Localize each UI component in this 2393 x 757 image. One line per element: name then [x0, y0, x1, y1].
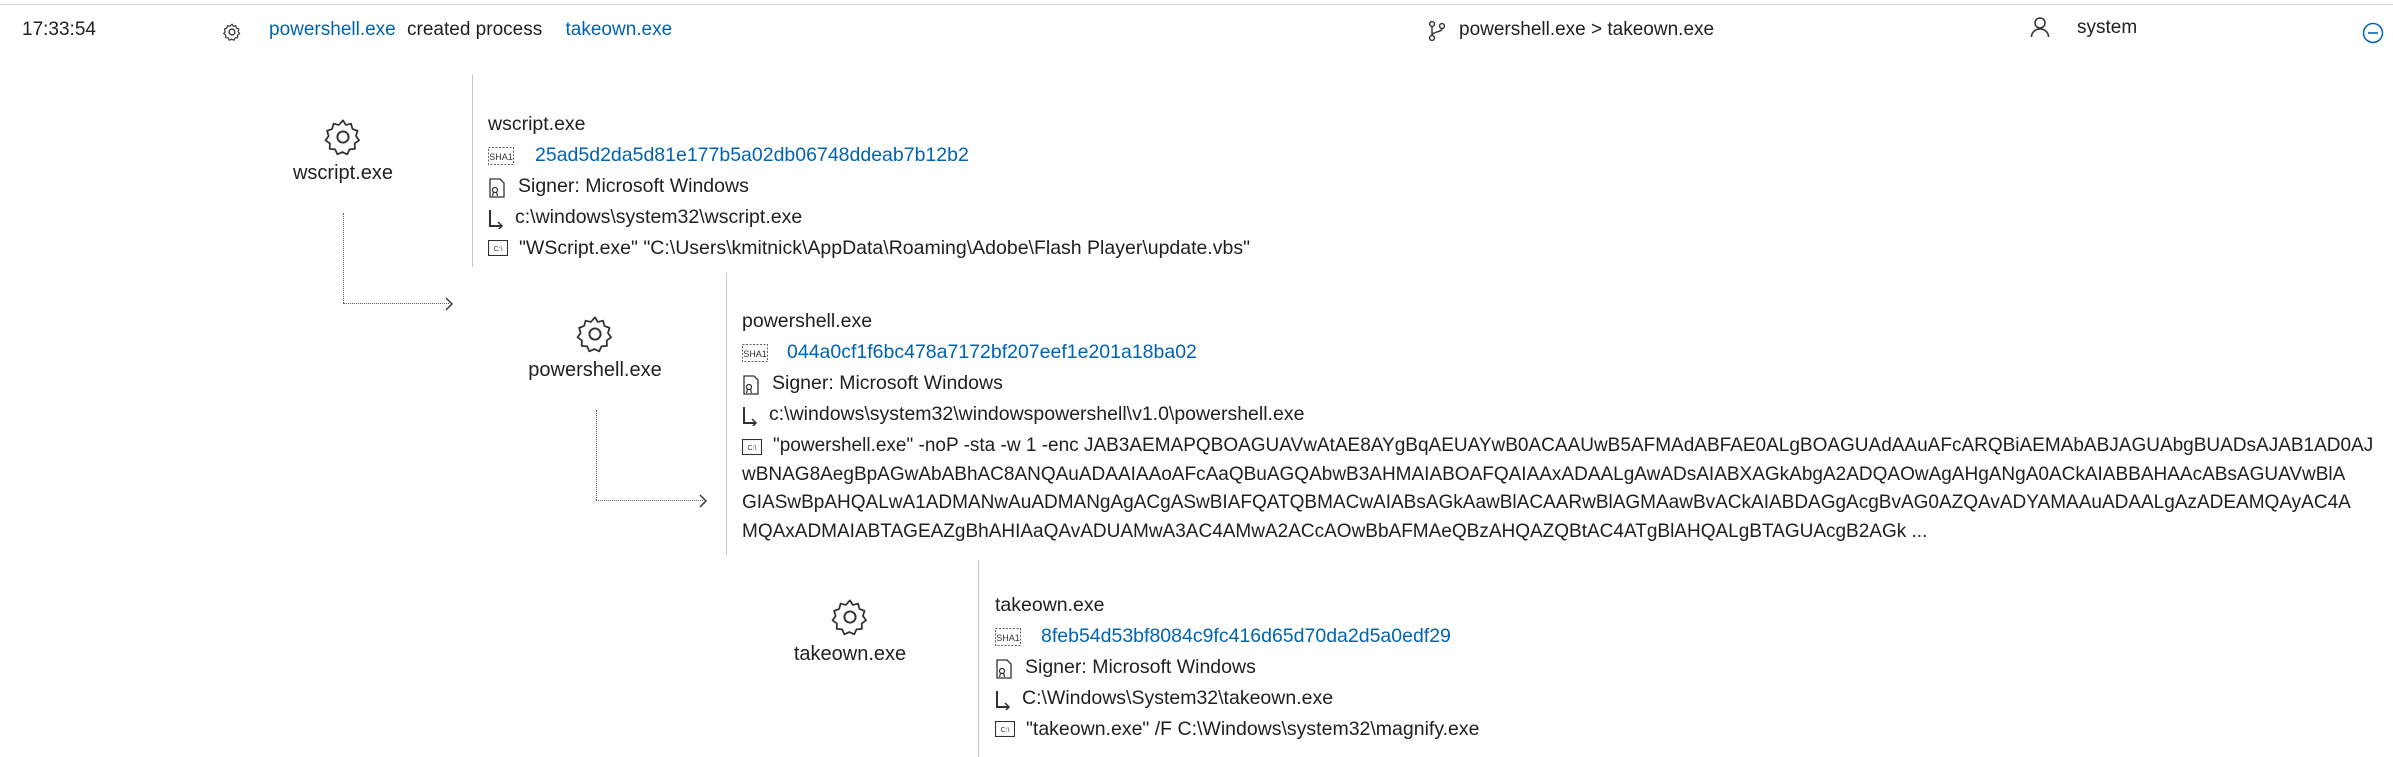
target-process-link[interactable]: takeown.exe — [566, 19, 673, 40]
process-node-label[interactable]: wscript.exe — [283, 161, 403, 185]
process-path: powershell.exe > takeown.exe — [1459, 19, 1715, 40]
process-gear-icon — [324, 119, 360, 156]
top-divider — [0, 4, 2393, 5]
process-details: takeown.exe SHA1 8feb54d53bf8084c9fc416d… — [995, 590, 2375, 745]
command-line: "powershell.exe" -noP -sta -w 1 -enc JAB… — [742, 430, 2382, 546]
process-name-row: wscript.exe — [488, 109, 2368, 140]
command-line: "takeown.exe" /F C:\Windows\system32\mag… — [1026, 718, 1480, 740]
sha1-row: SHA1 25ad5d2da5d81e177b5a02db06748ddeab7… — [488, 140, 2368, 171]
command-line: "WScript.exe" "C:\Users\kmitnick\AppData… — [519, 237, 1251, 259]
sha1-row: SHA1 044a0cf1f6bc478a7172bf207eef1e201a1… — [742, 337, 2382, 368]
signer-text: Signer: Microsoft Windows — [518, 175, 749, 197]
sha1-icon: SHA1 — [995, 628, 1021, 646]
tree-connector — [596, 500, 703, 501]
cmdline-row: C:\ "WScript.exe" "C:\Users\kmitnick\App… — [488, 233, 2368, 264]
signer-text: Signer: Microsoft Windows — [1025, 656, 1256, 678]
certificate-icon — [489, 178, 505, 198]
branch-icon — [1428, 20, 1446, 42]
cmdline-row: C:\ "takeown.exe" /F C:\Windows\system32… — [995, 714, 2375, 745]
event-summary: powershell.exe created process takeown.e… — [269, 18, 672, 42]
svg-text:SHA1: SHA1 — [489, 152, 513, 162]
user-name: system — [2077, 17, 2138, 38]
tree-connector — [343, 303, 449, 304]
process-name-row: takeown.exe — [995, 590, 2375, 621]
path-icon — [489, 210, 504, 229]
process-name-row: powershell.exe — [742, 306, 2382, 337]
svg-text:SHA1: SHA1 — [996, 633, 1020, 643]
tree-connector — [343, 213, 344, 303]
svg-text:SHA1: SHA1 — [743, 349, 767, 359]
command-line-icon: C:\ — [742, 439, 762, 455]
tree-connector — [596, 410, 597, 500]
node-divider — [726, 273, 727, 555]
sha1-hash-link[interactable]: 25ad5d2da5d81e177b5a02db06748ddeab7b12b2 — [535, 140, 969, 171]
event-time: 17:33:54 — [22, 19, 96, 40]
process-tree-panel: 17:33:54 powershell.exe created process … — [0, 0, 2393, 757]
gear-icon — [223, 23, 241, 41]
command-line-part: wBNAG8AegBpAGwAbABhAC8ANQAuADAAIAAoAFcAa… — [742, 463, 2346, 485]
image-path: C:\Windows\System32\takeown.exe — [1022, 687, 1334, 709]
signer-row: Signer: Microsoft Windows — [995, 652, 2375, 683]
image-path: c:\windows\system32\windowspowershell\v1… — [769, 403, 1305, 425]
command-line-part: MQAxADMAIABTAGEAZgBhAHIAaQAvADUAMwA3AC4A… — [742, 520, 1928, 542]
process-name: wscript.exe — [488, 113, 586, 135]
path-row: C:\Windows\System32\takeown.exe — [995, 683, 2375, 714]
sha1-hash-link[interactable]: 044a0cf1f6bc478a7172bf207eef1e201a18ba02 — [787, 337, 1197, 368]
chevron-right-icon — [699, 494, 707, 508]
signer-row: Signer: Microsoft Windows — [488, 171, 2368, 202]
signer-text: Signer: Microsoft Windows — [772, 372, 1003, 394]
process-gear-icon — [831, 599, 867, 636]
path-icon — [996, 691, 1011, 710]
process-details: powershell.exe SHA1 044a0cf1f6bc478a7172… — [742, 306, 2382, 546]
user-icon — [2030, 17, 2050, 38]
certificate-icon — [996, 659, 1012, 679]
process-name: takeown.exe — [995, 594, 1105, 616]
signer-row: Signer: Microsoft Windows — [742, 368, 2382, 399]
process-node-label[interactable]: takeown.exe — [780, 642, 920, 666]
svg-text:C:\: C:\ — [1001, 727, 1010, 734]
chevron-right-icon — [445, 297, 453, 311]
sha1-hash-link[interactable]: 8feb54d53bf8084c9fc416d65d70da2d5a0edf29 — [1041, 621, 1451, 652]
svg-text:C:\: C:\ — [748, 445, 757, 452]
process-gear-icon — [576, 316, 612, 353]
node-divider — [978, 560, 979, 757]
command-line-part: "powershell.exe" -noP -sta -w 1 -enc JAB… — [773, 435, 2374, 456]
path-row: c:\windows\system32\wscript.exe — [488, 202, 2368, 233]
command-line-part: GIASwBpAHQALwA1ADMANwAuADMANgAgACgASwBIA… — [742, 492, 2351, 513]
svg-text:C:\: C:\ — [494, 246, 503, 253]
actor-process-link[interactable]: powershell.exe — [269, 19, 396, 40]
image-path: c:\windows\system32\wscript.exe — [515, 206, 803, 228]
command-line-icon: C:\ — [995, 721, 1015, 737]
sha1-icon: SHA1 — [742, 344, 768, 362]
node-divider — [472, 75, 473, 267]
collapse-icon[interactable] — [2362, 22, 2384, 44]
process-name: powershell.exe — [742, 310, 873, 332]
sha1-row: SHA1 8feb54d53bf8084c9fc416d65d70da2d5a0… — [995, 621, 2375, 652]
path-row: c:\windows\system32\windowspowershell\v1… — [742, 399, 2382, 430]
process-details: wscript.exe SHA1 25ad5d2da5d81e177b5a02d… — [488, 109, 2368, 264]
path-icon — [743, 407, 758, 426]
cmdline-row: C:\ "powershell.exe" -noP -sta -w 1 -enc… — [742, 430, 2382, 546]
event-action: created process — [407, 19, 543, 40]
command-line-icon: C:\ — [488, 240, 508, 256]
process-node-label[interactable]: powershell.exe — [520, 358, 670, 382]
sha1-icon: SHA1 — [488, 147, 514, 165]
certificate-icon — [743, 375, 759, 395]
